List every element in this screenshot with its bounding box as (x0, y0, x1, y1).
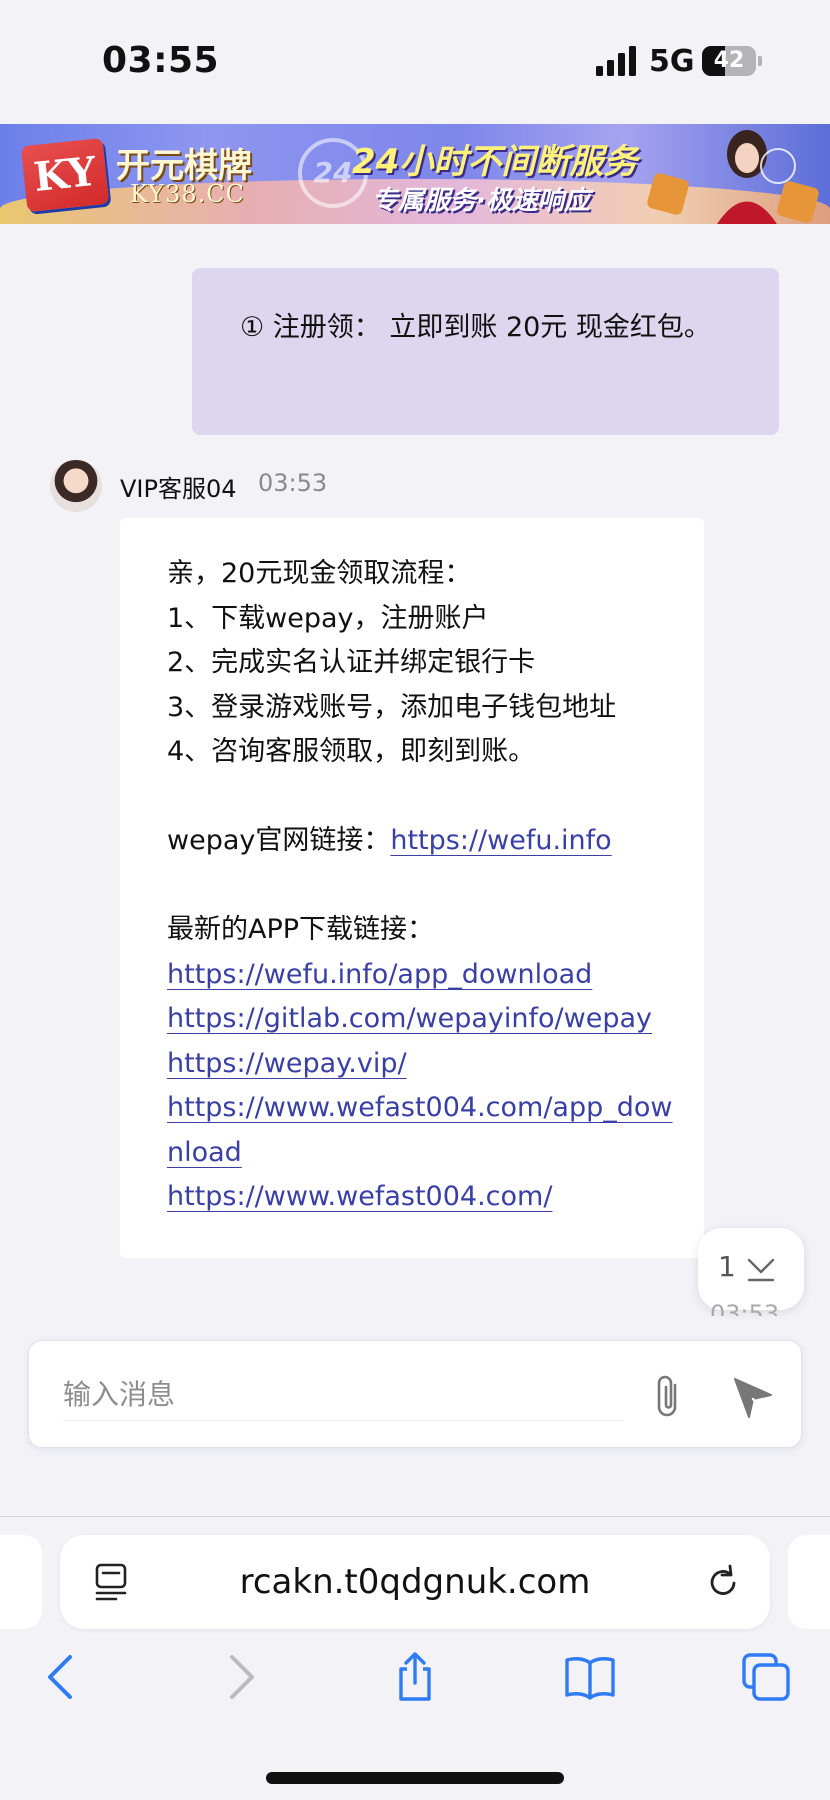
promo-banner[interactable]: KY 开元棋牌 KY38.CC 24 24小时不间断服务 专属服务·极速响应 (0, 124, 830, 224)
incoming-message-bubble: 亲，20元现金领取流程： 1、下载wepay，注册账户 2、完成实名认证并绑定银… (120, 518, 704, 1258)
banner-slogan-2: 专属服务·极速响应 (372, 186, 590, 216)
status-bar: 03:55 5G 42 (0, 0, 830, 124)
tabs-icon[interactable] (740, 1651, 792, 1703)
battery-icon: 42 (702, 46, 756, 76)
message-composer (28, 1340, 802, 1448)
attach-icon[interactable] (647, 1371, 689, 1421)
status-time: 03:55 (102, 40, 220, 81)
message-line: 1、下载wepay，注册账户 (167, 602, 489, 634)
agent-name: VIP客服04 (120, 475, 237, 503)
message-input[interactable] (63, 1369, 623, 1421)
outgoing-message-text: ① 注册领： 立即到账 20元 现金红包。 (240, 312, 711, 343)
battery-cap (758, 56, 762, 66)
download-link[interactable]: https://www.wefast004.com/app_download (167, 1092, 672, 1168)
message-line: 3、登录游戏账号，添加电子钱包地址 (167, 691, 617, 723)
send-icon[interactable] (729, 1373, 777, 1421)
home-indicator (266, 1772, 564, 1784)
peek-timestamp: 03:53 (710, 1300, 780, 1316)
scroll-to-bottom-button[interactable]: 1 (698, 1228, 804, 1310)
address-bar[interactable]: rcakn.t0qdgnuk.com (60, 1535, 770, 1629)
reload-icon[interactable] (704, 1563, 742, 1601)
network-type: 5G (649, 44, 695, 79)
forward-icon[interactable] (214, 1651, 266, 1703)
back-icon[interactable] (36, 1651, 88, 1703)
scroll-down-icon (747, 1258, 775, 1282)
download-label: 最新的APP下载链接： (167, 914, 435, 945)
brand-domain: KY38.CC (130, 180, 246, 208)
brand-logo: KY (20, 137, 110, 213)
message-line: 2、完成实名认证并绑定银行卡 (167, 647, 536, 678)
outgoing-message-bubble: ① 注册领： 立即到账 20元 现金红包。 (192, 268, 779, 435)
official-link-label: wepay官网链接： (167, 825, 391, 856)
message-line: 4、咨询客服领取，即刻到账。 (167, 736, 536, 767)
browser-chrome: rcakn.t0qdgnuk.com (0, 1516, 830, 1800)
banner-slogan-1: 24小时不间断服务 (352, 142, 638, 182)
download-link[interactable]: https://wefu.info/app_download (167, 959, 592, 990)
unread-count: 1 (718, 1250, 736, 1283)
next-tab-preview[interactable] (788, 1535, 830, 1629)
brand-logo-text: KY (31, 147, 99, 202)
official-link[interactable]: https://wefu.info (390, 825, 611, 856)
previous-tab-preview[interactable] (0, 1535, 42, 1629)
share-icon[interactable] (389, 1651, 441, 1703)
signal-icon (596, 46, 636, 76)
download-link[interactable]: https://wepay.vip/ (167, 1048, 407, 1079)
download-link[interactable]: https://www.wefast004.com/ (167, 1181, 552, 1212)
banner-close-button[interactable] (760, 148, 796, 184)
url-text: rcakn.t0qdgnuk.com (239, 1562, 591, 1602)
download-link[interactable]: https://gitlab.com/wepayinfo/wepay (167, 1003, 652, 1034)
battery-level: 42 (713, 48, 745, 73)
bookmarks-icon[interactable] (564, 1651, 616, 1703)
message-line: 亲，20元现金领取流程： (167, 558, 472, 589)
avatar[interactable] (50, 460, 102, 512)
official-link-line: wepay官网链接：https://wefu.info (167, 819, 674, 864)
message-timestamp: 03:53 (258, 469, 328, 497)
